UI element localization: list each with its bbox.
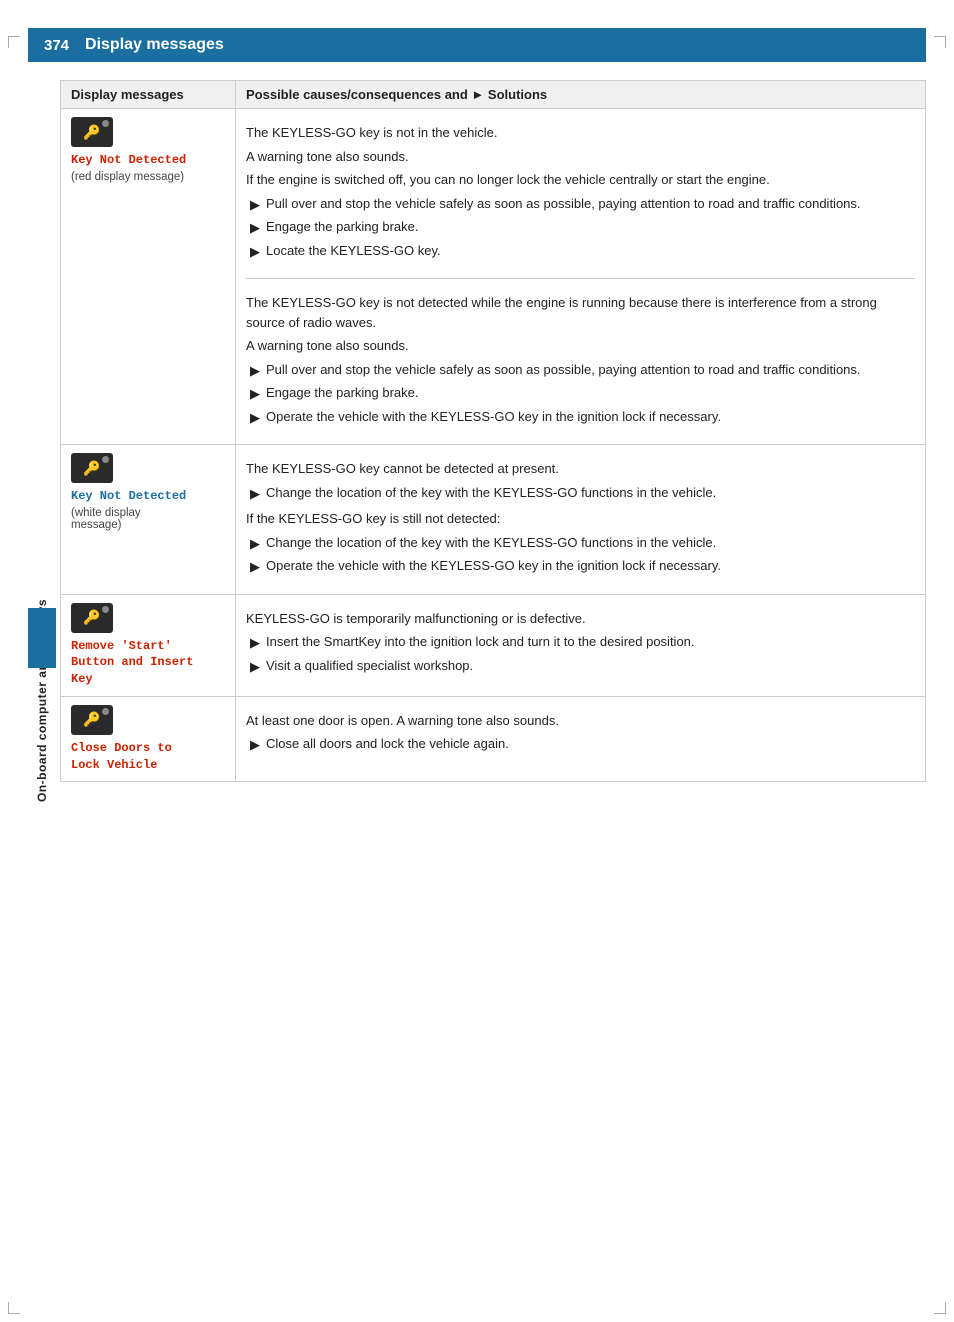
display-messages-table: Display messages Possible causes/consequ… bbox=[60, 80, 926, 782]
section-sec1b: The KEYLESS-GO key is not detected while… bbox=[246, 287, 915, 436]
bullet-item-sec4a-0: ▶ Close all doors and lock the vehicle ag… bbox=[250, 734, 915, 755]
section-sec1a: The KEYLESS-GO key is not in the vehicle… bbox=[246, 117, 915, 270]
display-icon-row1: 🔑 bbox=[71, 117, 113, 147]
display-caption-row1: (red display message) bbox=[71, 171, 225, 183]
bullet-arrow-icon-sec1b-1: ▶ bbox=[250, 384, 260, 404]
key-icon-row4: 🔑 bbox=[83, 711, 100, 728]
intro-line-sec1a-1: A warning tone also sounds. bbox=[246, 147, 915, 167]
bullet-text-sec4a-0: Close all doors and lock the vehicle aga… bbox=[266, 734, 915, 754]
after-bullet-item-sec2a-1: ▶ Operate the vehicle with the KEYLESS-GO… bbox=[250, 556, 915, 577]
display-message-row4: Close Doors to Lock Vehicle bbox=[71, 740, 225, 774]
bullet-item-sec1a-2: ▶ Locate the KEYLESS-GO key. bbox=[250, 241, 915, 262]
after-bullet-arrow-icon-sec2a-1: ▶ bbox=[250, 557, 260, 577]
section-sec2a: The KEYLESS-GO key cannot be detected at… bbox=[246, 453, 915, 586]
display-icon-row2: 🔑 bbox=[71, 453, 113, 483]
icon-dot-row1 bbox=[102, 120, 109, 127]
bullet-arrow-icon-sec1b-0: ▶ bbox=[250, 361, 260, 381]
header-title: Display messages bbox=[85, 36, 224, 54]
bullet-text-sec1a-0: Pull over and stop the vehicle safely as… bbox=[266, 194, 915, 214]
main-content: Display messages Possible causes/consequ… bbox=[60, 80, 926, 782]
bullet-item-sec1b-0: ▶ Pull over and stop the vehicle safely a… bbox=[250, 360, 915, 381]
sidebar-label-container: On-board computer and displays bbox=[28, 108, 56, 1294]
display-cell-row4: 🔑 Close Doors to Lock Vehicle bbox=[61, 696, 236, 782]
bullet-item-sec1a-0: ▶ Pull over and stop the vehicle safely a… bbox=[250, 194, 915, 215]
corner-mark-bl bbox=[8, 1302, 20, 1314]
causes-cell-row4: At least one door is open. A warning ton… bbox=[236, 696, 926, 782]
intro-line-sec1a-2: If the engine is switched off, you can n… bbox=[246, 170, 915, 190]
bullet-text-sec1a-2: Locate the KEYLESS-GO key. bbox=[266, 241, 915, 261]
display-icon-row3: 🔑 bbox=[71, 603, 113, 633]
icon-dot-row4 bbox=[102, 708, 109, 715]
display-cell-row2: 🔑 Key Not Detected (white display message) bbox=[61, 445, 236, 595]
sidebar-blue-accent bbox=[28, 608, 56, 668]
after-bullet-item-sec2a-0: ▶ Change the location of the key with the… bbox=[250, 533, 915, 554]
bullet-arrow-icon-sec1a-0: ▶ bbox=[250, 195, 260, 215]
bullet-item-sec1b-1: ▶ Engage the parking brake. bbox=[250, 383, 915, 404]
col-header-display: Display messages bbox=[61, 81, 236, 109]
key-icon-row3: 🔑 bbox=[83, 609, 100, 626]
after-bullet-text-sec2a-1: Operate the vehicle with the KEYLESS-GO … bbox=[266, 556, 915, 576]
bullet-item-sec2a-0: ▶ Change the location of the key with the… bbox=[250, 483, 915, 504]
bullet-item-sec1a-1: ▶ Engage the parking brake. bbox=[250, 217, 915, 238]
bullet-arrow-icon-sec4a-0: ▶ bbox=[250, 735, 260, 755]
bullet-text-sec1b-1: Engage the parking brake. bbox=[266, 383, 915, 403]
table-row-row1: 🔑 Key Not Detected (red display message) Th… bbox=[61, 109, 926, 445]
intro-line-sec4a-0: At least one door is open. A warning ton… bbox=[246, 711, 915, 731]
bullet-text-sec1a-1: Engage the parking brake. bbox=[266, 217, 915, 237]
col-header-causes: Possible causes/consequences and ► Solut… bbox=[236, 81, 926, 109]
after-bullet-arrow-icon-sec2a-0: ▶ bbox=[250, 534, 260, 554]
causes-cell-row1: The KEYLESS-GO key is not in the vehicle… bbox=[236, 109, 926, 445]
bullet-arrow-icon-sec1a-1: ▶ bbox=[250, 218, 260, 238]
bullet-arrow-icon-sec1b-2: ▶ bbox=[250, 408, 260, 428]
bullet-text-sec3a-1: Visit a qualified specialist workshop. bbox=[266, 656, 915, 676]
corner-mark-tr bbox=[934, 36, 946, 48]
section-sec3a: KEYLESS-GO is temporarily malfunctioning… bbox=[246, 603, 915, 686]
after-bullet-text-sec2a-0: Change the location of the key with the … bbox=[266, 533, 915, 553]
page-number: 374 bbox=[44, 37, 69, 54]
corner-mark-tl bbox=[8, 36, 20, 48]
display-caption-row2: (white display message) bbox=[71, 507, 225, 531]
section-separator-sec1b bbox=[246, 278, 915, 279]
display-message-row2: Key Not Detected bbox=[71, 488, 225, 505]
icon-dot-row2 bbox=[102, 456, 109, 463]
display-message-row3: Remove 'Start' Button and Insert Key bbox=[71, 638, 225, 688]
bullet-item-sec1b-2: ▶ Operate the vehicle with the KEYLESS-GO… bbox=[250, 407, 915, 428]
bullet-arrow-icon-sec2a-0: ▶ bbox=[250, 484, 260, 504]
intro-line-sec2a-0: The KEYLESS-GO key cannot be detected at… bbox=[246, 459, 915, 479]
display-message-row1: Key Not Detected bbox=[71, 152, 225, 169]
icon-dot-row3 bbox=[102, 606, 109, 613]
bullet-text-sec3a-0: Insert the SmartKey into the ignition lo… bbox=[266, 632, 915, 652]
table-row-row2: 🔑 Key Not Detected (white display message)… bbox=[61, 445, 926, 595]
bullet-text-sec2a-0: Change the location of the key with the … bbox=[266, 483, 915, 503]
intro-line-sec3a-0: KEYLESS-GO is temporarily malfunctioning… bbox=[246, 609, 915, 629]
key-icon-row2: 🔑 bbox=[83, 460, 100, 477]
header-bar: 374 Display messages bbox=[28, 28, 926, 62]
display-cell-row3: 🔑 Remove 'Start' Button and Insert Key bbox=[61, 594, 236, 696]
table-row-row4: 🔑 Close Doors to Lock Vehicle At least one… bbox=[61, 696, 926, 782]
table-row-row3: 🔑 Remove 'Start' Button and Insert Key KEY… bbox=[61, 594, 926, 696]
bullet-text-sec1b-0: Pull over and stop the vehicle safely as… bbox=[266, 360, 915, 380]
bullet-arrow-icon-sec1a-2: ▶ bbox=[250, 242, 260, 262]
bullet-item-sec3a-1: ▶ Visit a qualified specialist workshop. bbox=[250, 656, 915, 677]
intro-line-sec1b-1: A warning tone also sounds. bbox=[246, 336, 915, 356]
col2-header-text: Possible causes/consequences and ► Solut… bbox=[246, 87, 547, 102]
causes-cell-row3: KEYLESS-GO is temporarily malfunctioning… bbox=[236, 594, 926, 696]
after-intro-sec2a: If the KEYLESS-GO key is still not detec… bbox=[246, 509, 915, 529]
causes-cell-row2: The KEYLESS-GO key cannot be detected at… bbox=[236, 445, 926, 595]
display-icon-row4: 🔑 bbox=[71, 705, 113, 735]
key-icon-row1: 🔑 bbox=[83, 124, 100, 141]
bullet-item-sec3a-0: ▶ Insert the SmartKey into the ignition l… bbox=[250, 632, 915, 653]
bullet-arrow-icon-sec3a-0: ▶ bbox=[250, 633, 260, 653]
display-cell-row1: 🔑 Key Not Detected (red display message) bbox=[61, 109, 236, 445]
intro-line-sec1a-0: The KEYLESS-GO key is not in the vehicle… bbox=[246, 123, 915, 143]
bullet-arrow-icon-sec3a-1: ▶ bbox=[250, 657, 260, 677]
section-sec4a: At least one door is open. A warning ton… bbox=[246, 705, 915, 764]
intro-line-sec1b-0: The KEYLESS-GO key is not detected while… bbox=[246, 293, 915, 332]
bullet-text-sec1b-2: Operate the vehicle with the KEYLESS-GO … bbox=[266, 407, 915, 427]
corner-mark-br bbox=[934, 1302, 946, 1314]
